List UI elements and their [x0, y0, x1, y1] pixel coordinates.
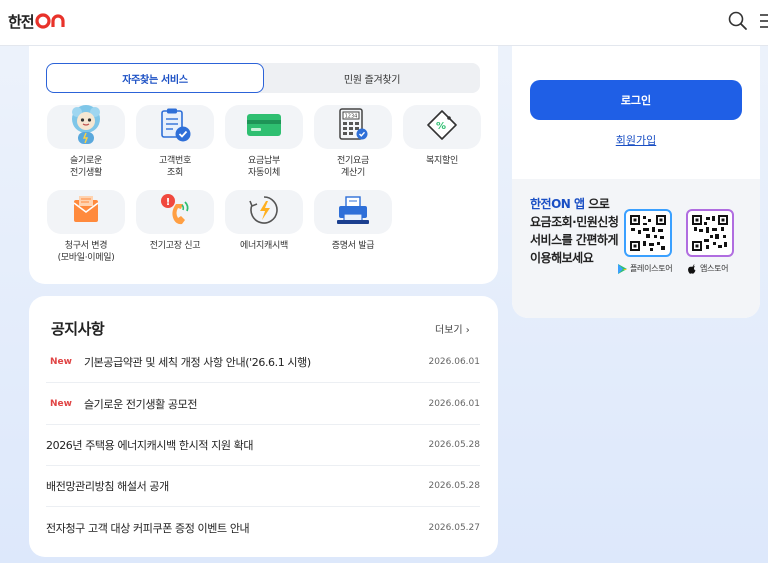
printer-icon: [336, 195, 370, 229]
service-certificate[interactable]: 증명서 발급: [313, 190, 393, 270]
new-badge: New: [50, 399, 72, 409]
tab-frequent-services[interactable]: 자주찾는 서비스: [46, 63, 264, 93]
service-label: 전기요금 계산기: [337, 156, 369, 178]
login-button[interactable]: 로그인: [530, 80, 742, 120]
logo-on-mark: [35, 13, 67, 29]
notice-date: 2026.06.01: [428, 399, 480, 409]
app-store-qr[interactable]: [686, 209, 734, 257]
kepco-on-logo[interactable]: 한전: [8, 10, 67, 32]
notice-date: 2026.05.27: [428, 522, 480, 533]
energy-cashback-icon: [247, 193, 281, 231]
service-label: 에너지캐시백: [240, 241, 288, 251]
service-smart-life[interactable]: 슬기로운 전기생활: [46, 105, 126, 185]
app-store-label: 앱스토어: [700, 264, 729, 273]
phone-alert-icon: !: [158, 192, 192, 232]
app-promo-text: 한전ON 앱 으로 요금조회·민원신청 서비스를 간편하게 이용해보세요: [530, 195, 620, 267]
play-store-qr[interactable]: [624, 209, 672, 257]
play-store-link[interactable]: 플레이스토어: [618, 263, 673, 274]
card-icon: [246, 113, 282, 141]
signup-link[interactable]: 회원가입: [512, 132, 760, 148]
service-label: 슬기로운 전기생활: [70, 156, 102, 178]
notice-text: 2026년 주택용 에너지캐시백 한시적 지원 확대: [46, 439, 254, 452]
notice-date: 2026.05.28: [428, 481, 480, 491]
service-energy-cashback[interactable]: 에너지캐시백: [224, 190, 304, 270]
discount-tag-icon: %: [425, 108, 459, 146]
service-label: 복지할인: [426, 156, 458, 166]
new-badge: New: [50, 357, 72, 367]
service-auto-payment[interactable]: 요금납부 자동이체: [224, 105, 304, 185]
notice-item[interactable]: 2026년 주택용 에너지캐시백 한시적 지원 확대 2026.05.28: [46, 425, 480, 466]
service-label: 고객번호 조회: [159, 156, 191, 178]
service-bill-change[interactable]: 청구서 변경 (모바일·이메일): [46, 190, 126, 270]
service-tabs: 자주찾는 서비스 민원 즐겨찾기: [46, 63, 480, 93]
play-store-label: 플레이스토어: [630, 264, 673, 273]
notice-text: 기본공급약관 및 세칙 개정 사항 안내('26.6.1 시행): [83, 356, 311, 369]
menu-icon[interactable]: [758, 12, 768, 30]
service-fault-report[interactable]: ! 전기고장 신고: [135, 190, 215, 270]
tab-favorite-requests[interactable]: 민원 즐겨찾기: [264, 63, 480, 93]
notices-more-link[interactable]: 더보기 ›: [435, 321, 470, 336]
envelope-icon: [71, 195, 101, 229]
top-header: 한전: [0, 0, 768, 46]
service-customer-number[interactable]: 고객번호 조회: [135, 105, 215, 185]
service-label: 요금납부 자동이체: [248, 156, 280, 178]
notice-date: 2026.05.28: [428, 440, 480, 450]
clipboard-check-icon: [158, 107, 192, 147]
service-welfare-discount[interactable]: % 복지할인: [402, 105, 482, 185]
notice-text: 배전망관리방침 해설서 공개: [46, 480, 169, 493]
notices-card: 공지사항 더보기 › New 기본공급약관 및 세칙 개정 사항 안내('26.…: [29, 296, 498, 557]
notice-item[interactable]: 배전망관리방침 해설서 공개 2026.05.28: [46, 466, 480, 507]
notice-item[interactable]: New 슬기로운 전기생활 공모전 2026.06.01: [46, 384, 480, 425]
svg-text:!: !: [166, 197, 171, 208]
service-label: 전기고장 신고: [149, 241, 201, 251]
apple-icon: [688, 263, 697, 274]
svg-text:%: %: [436, 121, 446, 132]
service-bill-calculator[interactable]: 1234 전기요금 계산기: [313, 105, 393, 185]
svg-text:1234: 1234: [345, 114, 358, 120]
notices-title: 공지사항: [51, 320, 105, 338]
notice-text: 전자청구 고객 대상 커피쿠폰 증정 이벤트 안내: [46, 521, 250, 535]
app-store-link[interactable]: 앱스토어: [688, 263, 729, 274]
services-card: 자주찾는 서비스 민원 즐겨찾기 슬기로운 전기생활 고객번호 조회 요금납부 …: [29, 46, 498, 284]
notice-text: 슬기로운 전기생활 공모전: [83, 398, 198, 411]
notice-date: 2026.06.01: [428, 357, 480, 367]
mascot-icon: [66, 103, 106, 151]
app-promo: 한전ON 앱 으로 요금조회·민원신청 서비스를 간편하게 이용해보세요 플레이…: [512, 179, 760, 318]
service-label: 증명서 발급: [331, 241, 375, 251]
logo-text: 한전: [8, 12, 35, 31]
login-card: 로그인 회원가입 한전ON 앱 으로 요금조회·민원신청 서비스를 간편하게 이…: [512, 46, 760, 318]
notice-item[interactable]: 전자청구 고객 대상 커피쿠폰 증정 이벤트 안내 2026.05.27: [46, 507, 480, 548]
calculator-icon: 1234: [337, 107, 369, 147]
service-label: 청구서 변경 (모바일·이메일): [57, 241, 115, 263]
notice-item[interactable]: New 기본공급약관 및 세칙 개정 사항 안내('26.6.1 시행) 202…: [46, 342, 480, 383]
app-name-highlight: 한전ON 앱: [530, 197, 585, 211]
play-store-icon: [618, 263, 627, 274]
search-icon[interactable]: [727, 10, 749, 32]
